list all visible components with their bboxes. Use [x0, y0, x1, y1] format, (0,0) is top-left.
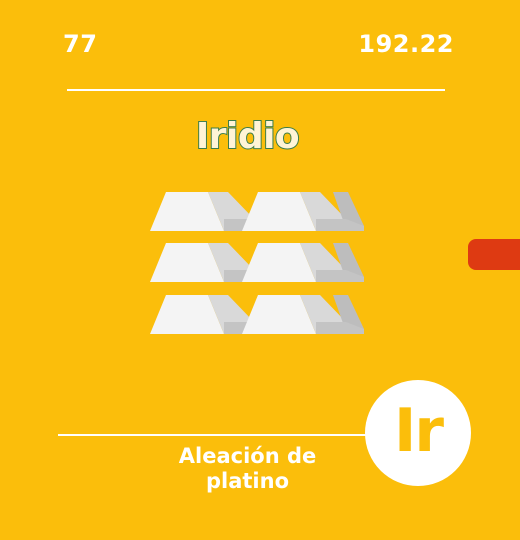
element-symbol: Ir — [394, 396, 444, 466]
atomic-number: 77 — [63, 30, 98, 58]
element-card: 77 192.22 Iridio Ir Aleación de platino — [0, 0, 520, 540]
element-name: Iridio — [195, 115, 301, 158]
ingot-row — [150, 295, 364, 334]
use-caption: Aleación de platino — [178, 444, 317, 493]
bottom-divider — [58, 434, 378, 436]
top-divider — [67, 89, 445, 91]
atomic-mass: 192.22 — [358, 30, 454, 58]
ingot-row — [150, 192, 364, 231]
ingots-illustration — [150, 192, 364, 334]
symbol-badge: Ir — [365, 380, 471, 486]
metal-ingots-icon — [148, 190, 368, 344]
ingot-row — [150, 243, 364, 282]
side-tab[interactable] — [468, 239, 520, 270]
